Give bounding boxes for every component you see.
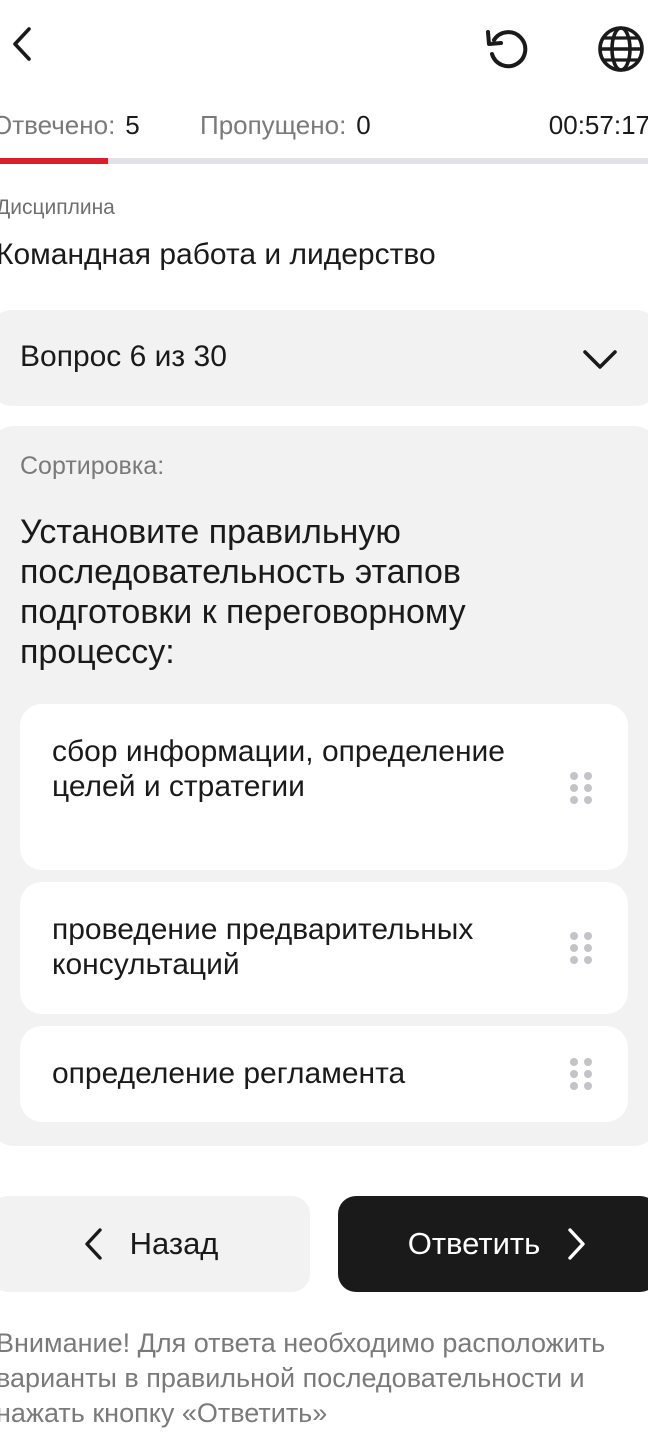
progress-stats: Отвечено: 5 Пропущено: 0 00:57:17: [0, 110, 648, 146]
answer-button-label: Ответить: [407, 1226, 541, 1261]
notice-text: Внимание! Для ответа необходимо располож…: [0, 1328, 606, 1428]
back-nav-button[interactable]: [2, 22, 42, 66]
answer-button[interactable]: Ответить: [338, 1196, 648, 1292]
reset-button[interactable]: [480, 24, 534, 74]
drag-handle-icon[interactable]: [568, 930, 594, 966]
question-text: Установите правильную последовательность…: [20, 513, 466, 671]
progress-bar: [0, 158, 648, 164]
drag-handle-icon[interactable]: [568, 1056, 594, 1092]
chevron-left-icon: [82, 1227, 104, 1261]
timer: 00:57:17: [548, 110, 648, 140]
chevron-right-icon: [566, 1227, 588, 1261]
progress-fill: [0, 158, 109, 164]
chevron-left-icon: [13, 27, 31, 61]
test-screen: Отвечено: 5 Пропущено: 0 00:57:17 Дисципли…: [0, 0, 648, 1440]
question-number: Вопрос 6 из 30: [20, 340, 227, 373]
skipped-count: 0: [356, 110, 371, 140]
sort-option[interactable]: проведение предварительных консультаций: [20, 882, 628, 1014]
reset-icon: [486, 30, 528, 69]
chevron-down-icon: [583, 350, 617, 369]
top-bar: [0, 0, 648, 96]
back-button-label: Назад: [129, 1226, 219, 1261]
answered-stat: Отвечено: 5: [0, 110, 140, 141]
language-button[interactable]: [594, 24, 648, 74]
question-type: Сортировка:: [20, 452, 165, 480]
discipline-value: Командная работа и лидерство: [0, 238, 436, 271]
question-card: Сортировка: Установите правильную послед…: [0, 426, 648, 1146]
globe-icon: [598, 26, 644, 72]
sort-option-label: сбор информации, определение целей и стр…: [52, 735, 505, 803]
drag-handle-icon[interactable]: [568, 770, 594, 806]
question-selector[interactable]: Вопрос 6 из 30: [0, 310, 648, 406]
sort-option[interactable]: определение регламента: [20, 1026, 628, 1122]
skipped-stat: Пропущено: 0: [200, 110, 371, 141]
sort-option-label: проведение предварительных консультаций: [52, 913, 474, 981]
sort-option[interactable]: сбор информации, определение целей и стр…: [20, 704, 628, 870]
skipped-label: Пропущено:: [200, 110, 347, 140]
answered-label: Отвечено:: [0, 110, 116, 140]
sort-option-label: определение регламента: [52, 1057, 406, 1090]
answered-count: 5: [125, 110, 140, 140]
discipline-label: Дисциплина: [0, 196, 115, 219]
back-button[interactable]: Назад: [0, 1196, 310, 1292]
